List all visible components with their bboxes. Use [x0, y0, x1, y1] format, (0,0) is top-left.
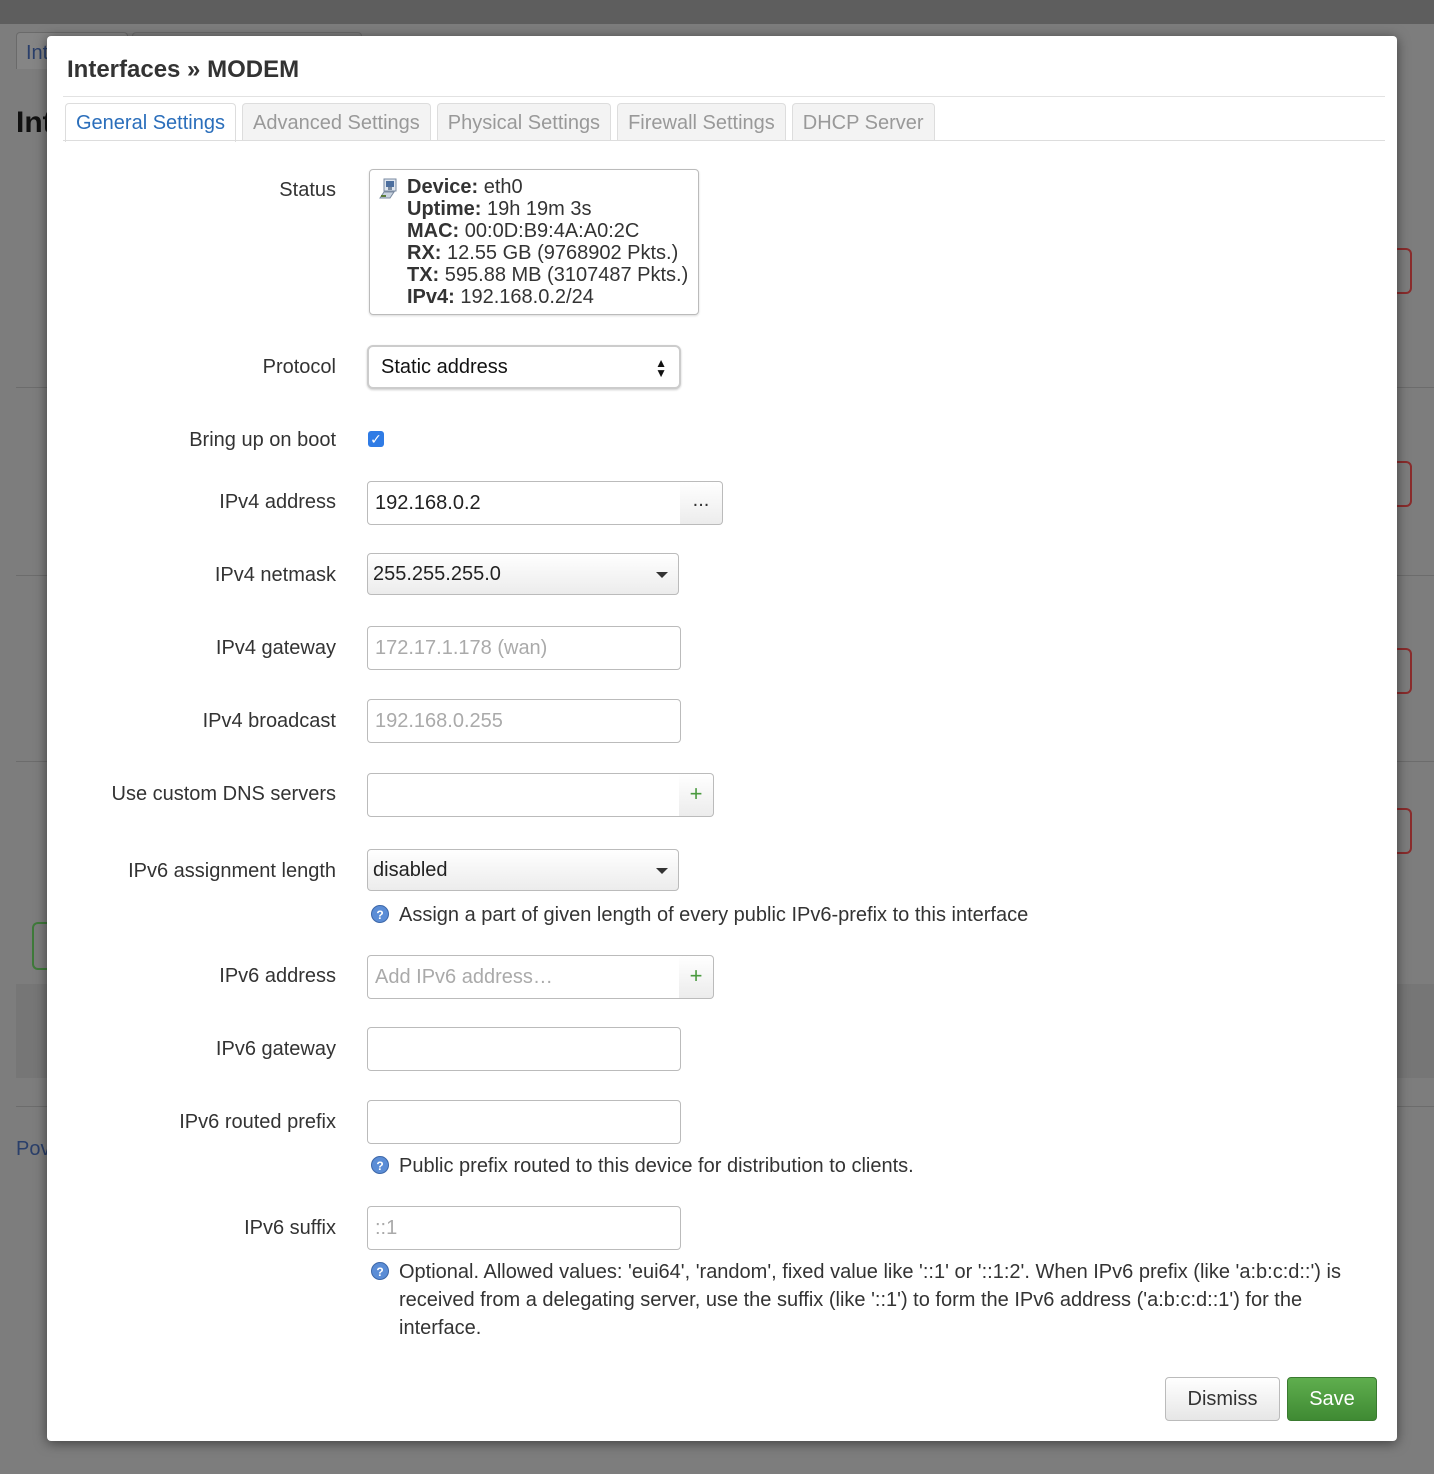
- ipv4-address-input[interactable]: 192.168.0.2: [367, 481, 681, 525]
- ipv6-routed-prefix-input[interactable]: [367, 1100, 681, 1144]
- ipv4-broadcast-label: IPv4 broadcast: [202, 710, 336, 732]
- save-button[interactable]: Save: [1287, 1377, 1377, 1421]
- help-text-line-1: Optional. Allowed values: 'eui64', 'rand…: [399, 1261, 1341, 1283]
- tab-general-settings[interactable]: General Settings: [65, 103, 236, 142]
- bring-up-label: Bring up on boot: [189, 429, 336, 451]
- ipv6-gateway-label: IPv6 gateway: [215, 1038, 336, 1060]
- ipv6-address-input[interactable]: Add IPv6 address…: [367, 955, 680, 999]
- status-rx: RX: 12.55 GB (9768902 Pkts.): [407, 242, 679, 264]
- tab-bar: General Settings Advanced Settings Physi…: [65, 103, 935, 142]
- protocol-value: Static address: [381, 356, 508, 378]
- ipv6-suffix-help: ? Optional. Allowed values: 'eui64', 'ra…: [371, 1258, 1371, 1342]
- ipv6-assign-length-help: ? Assign a part of given length of every…: [371, 901, 1271, 929]
- help-icon: ?: [371, 905, 389, 923]
- ipv6-assign-length-label: IPv6 assignment length: [128, 860, 336, 882]
- add-ipv6-address-button[interactable]: +: [679, 955, 714, 999]
- ipv6-suffix-label: IPv6 suffix: [244, 1217, 336, 1239]
- select-arrows-icon: ▲ ▼: [655, 356, 667, 380]
- background-tab-text: Int: [26, 42, 49, 64]
- protocol-select[interactable]: Static address ▲ ▼: [367, 345, 681, 389]
- status-tx: TX: 595.88 MB (3107487 Pkts.): [407, 264, 689, 286]
- ipv6-suffix-input[interactable]: ::1: [367, 1206, 681, 1250]
- title-divider: [63, 96, 1385, 97]
- background-topbar: [0, 0, 1434, 24]
- chevron-down-icon: [656, 868, 668, 874]
- ethernet-port-icon: [379, 178, 397, 199]
- bring-up-checkbox[interactable]: ✓: [368, 431, 384, 447]
- ipv4-address-label: IPv4 address: [219, 491, 336, 513]
- tabs-divider: [63, 140, 1385, 141]
- ipv6-routed-prefix-help: ? Public prefix routed to this device fo…: [371, 1152, 1271, 1180]
- ipv4-netmask-select[interactable]: 255.255.255.0: [367, 553, 679, 595]
- help-text-line-3: interface.: [399, 1317, 482, 1339]
- help-icon: ?: [371, 1262, 389, 1280]
- tab-dhcp-server[interactable]: DHCP Server: [791, 103, 935, 140]
- status-box: Device: eth0 Uptime: 19h 19m 3s MAC: 00:…: [369, 169, 699, 315]
- status-device: Device: eth0: [407, 176, 523, 198]
- status-ipv4: IPv4: 192.168.0.2/24: [407, 286, 594, 308]
- tab-advanced-settings[interactable]: Advanced Settings: [241, 103, 431, 140]
- ipv6-assign-length-select[interactable]: disabled: [367, 849, 679, 891]
- status-mac: MAC: 00:0D:B9:4A:A0:2C: [407, 220, 640, 242]
- ipv4-netmask-label: IPv4 netmask: [214, 564, 336, 586]
- ipv6-gateway-input[interactable]: [367, 1027, 681, 1071]
- ipv6-assign-length-value: disabled: [373, 859, 448, 881]
- interface-modal: Interfaces » MODEM General Settings Adva…: [47, 36, 1397, 1441]
- ipv4-gateway-label: IPv4 gateway: [215, 637, 336, 659]
- ipv4-gateway-input[interactable]: 172.17.1.178 (wan): [367, 626, 681, 670]
- status-details: Device: eth0 Uptime: 19h 19m 3s MAC: 00:…: [407, 176, 688, 308]
- protocol-label: Protocol: [262, 356, 336, 378]
- modal-title: Interfaces » MODEM: [67, 56, 300, 83]
- ipv4-address-more-button[interactable]: ...: [680, 481, 723, 525]
- ipv4-broadcast-input[interactable]: 192.168.0.255: [367, 699, 681, 743]
- help-text: Public prefix routed to this device for …: [399, 1155, 914, 1177]
- help-icon: ?: [371, 1156, 389, 1174]
- ipv6-routed-prefix-label: IPv6 routed prefix: [179, 1111, 336, 1133]
- custom-dns-label: Use custom DNS servers: [111, 783, 337, 805]
- tab-firewall-settings[interactable]: Firewall Settings: [617, 103, 786, 140]
- add-dns-button[interactable]: +: [679, 773, 714, 817]
- help-text: Assign a part of given length of every p…: [399, 904, 1029, 926]
- custom-dns-input[interactable]: [367, 773, 680, 817]
- ipv4-netmask-value: 255.255.255.0: [373, 563, 501, 585]
- checkmark-icon: ✓: [370, 431, 382, 447]
- ipv6-address-label: IPv6 address: [219, 965, 336, 987]
- dismiss-button[interactable]: Dismiss: [1165, 1377, 1280, 1421]
- chevron-down-icon: [656, 572, 668, 578]
- status-uptime: Uptime: 19h 19m 3s: [407, 198, 592, 220]
- help-text-line-2: received from a delegating server, use t…: [399, 1289, 1303, 1311]
- status-label: Status: [279, 179, 336, 201]
- tab-physical-settings[interactable]: Physical Settings: [436, 103, 612, 140]
- background-footer-text: Pov: [16, 1138, 51, 1160]
